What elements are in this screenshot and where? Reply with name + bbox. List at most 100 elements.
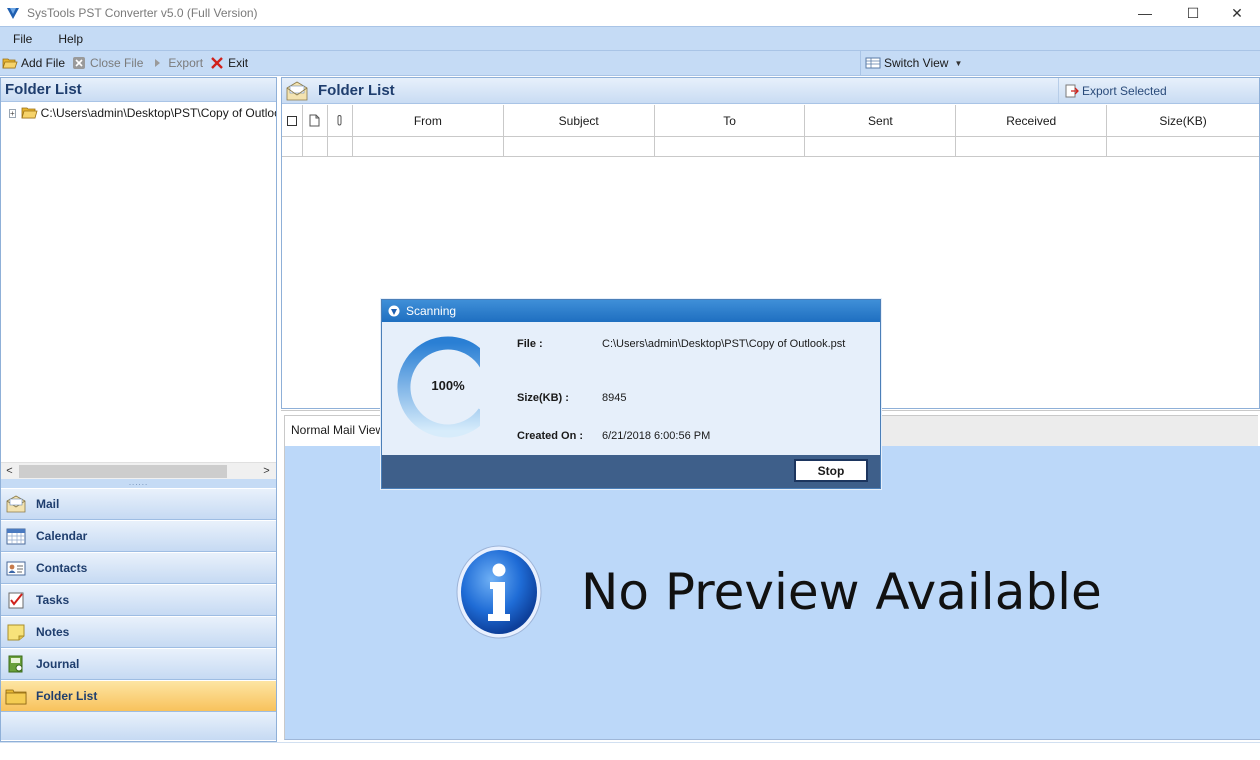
mail-icon: [5, 494, 27, 514]
message-grid: From Subject To Sent Received Size(KB): [282, 105, 1259, 157]
exit-label: Exit: [228, 56, 249, 70]
minimize-button[interactable]: —: [1122, 0, 1168, 26]
close-file-label: Close File: [90, 56, 144, 70]
open-folder-icon: [2, 55, 18, 71]
title-bar: SysTools PST Converter v5.0 (Full Versio…: [0, 0, 1260, 26]
exit-button[interactable]: Exit: [207, 52, 252, 74]
journal-icon: [5, 654, 27, 674]
column-received[interactable]: Received: [956, 105, 1108, 136]
panel-splitter[interactable]: ......: [1, 479, 276, 488]
calendar-icon: [5, 526, 27, 546]
column-from[interactable]: From: [353, 105, 504, 136]
column-to[interactable]: To: [655, 105, 806, 136]
nav-item-mail[interactable]: Mail: [1, 488, 276, 520]
close-file-button[interactable]: Close File: [69, 52, 147, 74]
created-on-value: 6/21/2018 6:00:56 PM: [602, 430, 711, 442]
no-preview-message: No Preview Available: [455, 544, 1102, 640]
dialog-footer: Stop: [382, 455, 880, 488]
export-arrow-icon: [149, 55, 165, 71]
nav-item-tasks[interactable]: Tasks: [1, 584, 276, 616]
stop-button[interactable]: Stop: [794, 459, 868, 482]
scanning-dialog: Scanning 100% File : C:\Users\admin\Desk…: [381, 299, 881, 489]
menu-file[interactable]: File: [0, 32, 45, 46]
systools-logo-icon: [5, 5, 21, 21]
tab-strip-background: [881, 415, 1258, 447]
nav-item-folder-list[interactable]: Folder List: [1, 680, 276, 712]
nav-item-label: Contacts: [36, 561, 88, 575]
expand-icon[interactable]: +: [9, 108, 16, 118]
nav-item-label: Journal: [36, 657, 80, 671]
menu-help[interactable]: Help: [45, 32, 96, 46]
close-file-icon: [71, 55, 87, 71]
dialog-title-bar: Scanning: [382, 300, 880, 322]
column-subject[interactable]: Subject: [504, 105, 655, 136]
switch-view-button[interactable]: Switch View ▼: [860, 51, 966, 75]
nav-item-calendar[interactable]: Calendar: [1, 520, 276, 552]
column-sent[interactable]: Sent: [805, 105, 957, 136]
created-on-label: Created On :: [517, 430, 584, 442]
size-label: Size(KB) :: [517, 392, 569, 404]
scroll-right-icon[interactable]: >: [258, 465, 275, 477]
nav-item-label: Folder List: [36, 689, 98, 703]
nav-item-label: Notes: [36, 625, 70, 639]
scroll-left-icon[interactable]: <: [1, 465, 18, 477]
maximize-button[interactable]: ☐: [1170, 0, 1216, 26]
size-value: 8945: [602, 392, 627, 404]
tasks-icon: [5, 590, 27, 610]
navigation-pane: Mail Calendar Contacts Tasks Notes Journ…: [1, 488, 276, 740]
horizontal-scrollbar[interactable]: < >: [1, 462, 276, 479]
left-panel: Folder List + C:\Users\admin\Desktop\PST…: [0, 77, 277, 742]
scrollbar-thumb[interactable]: [19, 465, 227, 478]
status-strip: [0, 742, 1260, 760]
column-attachment[interactable]: [328, 105, 353, 136]
tree-item-label: C:\Users\admin\Desktop\PST\Copy of Outlo…: [40, 106, 276, 120]
paperclip-icon: [337, 114, 342, 126]
export-label: Export: [168, 56, 204, 70]
menu-bar: File Help: [0, 26, 1260, 50]
message-list-header: Folder List Export Selected: [282, 78, 1259, 104]
checkbox-icon: [286, 115, 297, 126]
minimize-icon: —: [1138, 5, 1152, 21]
table-row[interactable]: [282, 137, 1259, 157]
envelope-icon: [286, 81, 308, 101]
maximize-icon: ☐: [1186, 4, 1200, 21]
nav-item-label: Tasks: [36, 593, 70, 607]
export-selected-button[interactable]: Export Selected: [1058, 78, 1167, 103]
open-folder-icon: [21, 106, 38, 120]
select-all-checkbox[interactable]: [282, 105, 303, 136]
column-document[interactable]: [303, 105, 328, 136]
exit-x-icon: [209, 55, 225, 71]
add-file-label: Add File: [21, 56, 66, 70]
close-window-button[interactable]: ✕: [1214, 0, 1260, 26]
export-selected-label: Export Selected: [1082, 83, 1167, 98]
file-value: C:\Users\admin\Desktop\PST\Copy of Outlo…: [602, 338, 846, 350]
nav-item-contacts[interactable]: Contacts: [1, 552, 276, 584]
switch-view-icon: [865, 55, 881, 71]
folder-tree: + C:\Users\admin\Desktop\PST\Copy of Out…: [1, 104, 276, 464]
file-label: File :: [517, 338, 543, 350]
close-icon: ✕: [1231, 4, 1243, 21]
preview-pane: No Preview Available: [284, 446, 1260, 740]
grid-header-row: From Subject To Sent Received Size(KB): [282, 105, 1259, 137]
nav-item-label: Calendar: [36, 529, 88, 543]
folder-icon: [5, 686, 27, 706]
switch-view-label: Switch View: [884, 56, 949, 70]
dialog-title: Scanning: [406, 304, 457, 318]
nav-item-notes[interactable]: Notes: [1, 616, 276, 648]
info-icon: [456, 545, 542, 639]
tree-item-pst[interactable]: + C:\Users\admin\Desktop\PST\Copy of Out…: [1, 104, 276, 122]
progress-percent: 100%: [431, 378, 465, 393]
chevron-down-icon: ▼: [954, 58, 963, 68]
folder-list-header: Folder List: [1, 78, 276, 102]
window-title: SysTools PST Converter v5.0 (Full Versio…: [27, 6, 258, 20]
nav-item-journal[interactable]: Journal: [1, 648, 276, 680]
add-file-button[interactable]: Add File: [0, 52, 69, 74]
export-selected-icon: [1065, 84, 1079, 98]
dialog-app-icon: [388, 305, 400, 317]
notes-icon: [5, 622, 27, 642]
column-size[interactable]: Size(KB): [1107, 105, 1259, 136]
message-list-title: Folder List: [318, 82, 395, 99]
export-button[interactable]: Export: [147, 52, 207, 74]
nav-filler: [1, 712, 276, 740]
document-icon: [309, 114, 320, 127]
